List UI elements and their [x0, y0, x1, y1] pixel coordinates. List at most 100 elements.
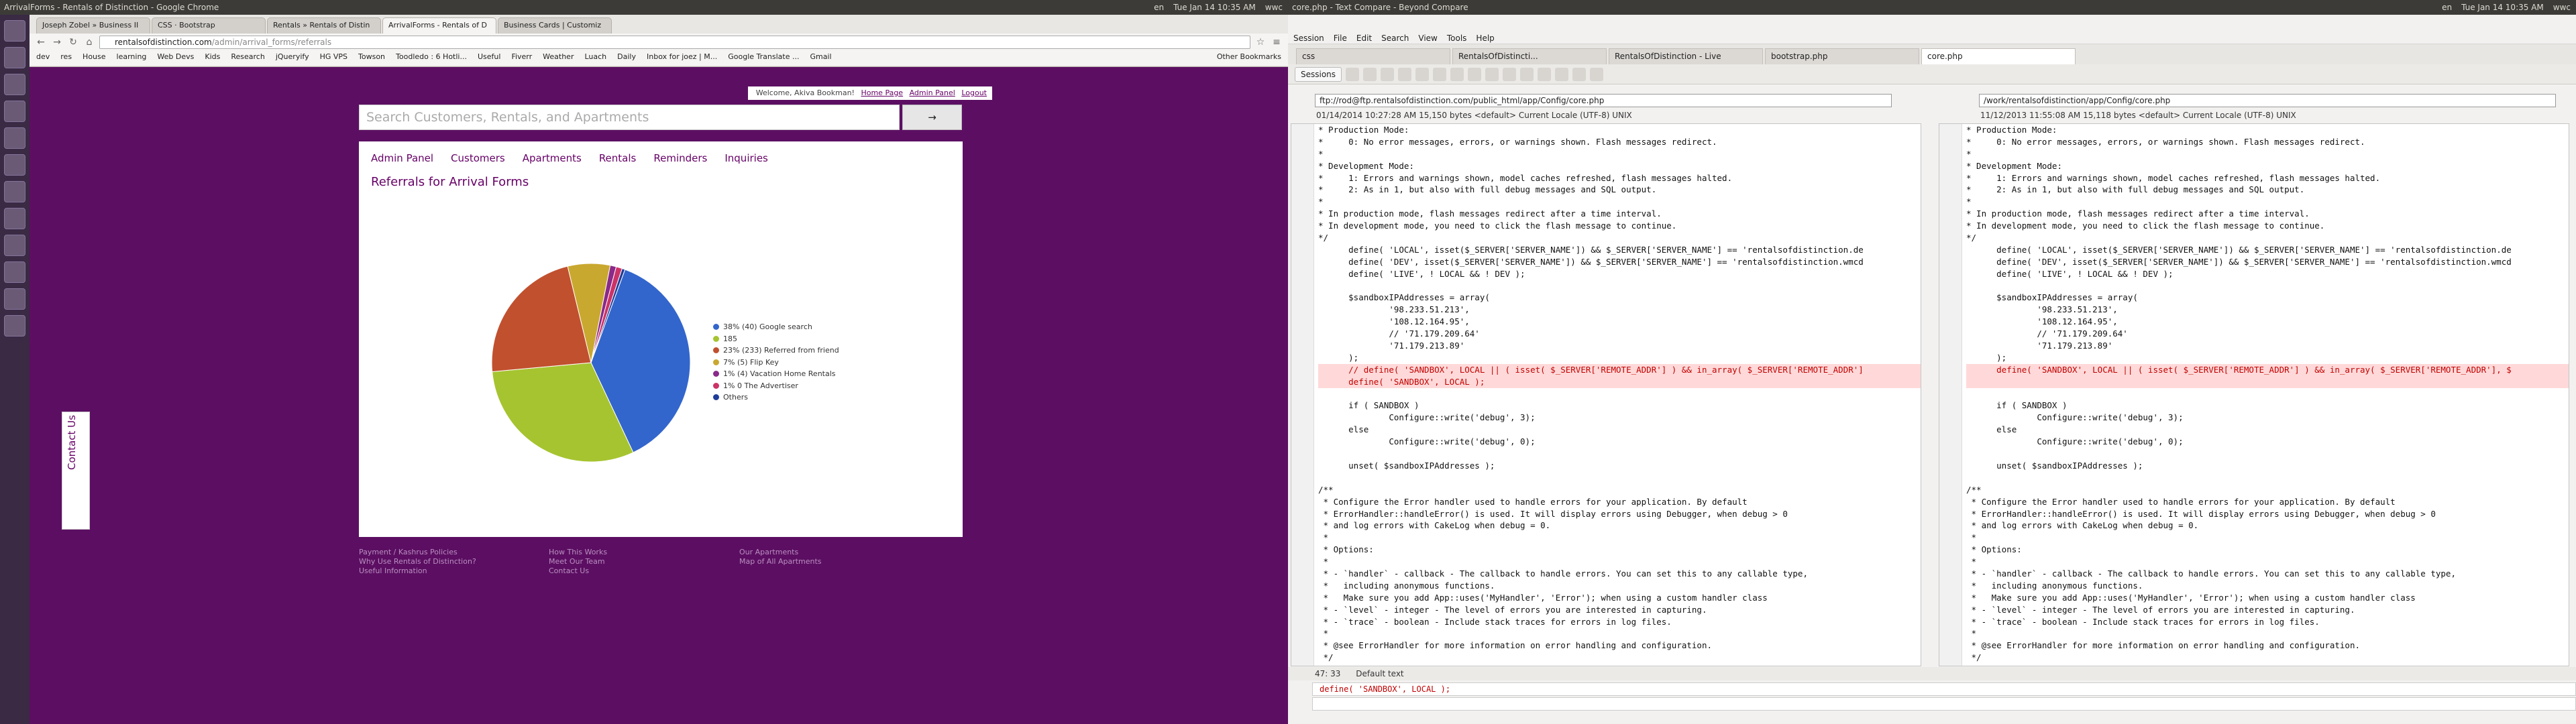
lang-indicator[interactable]: en: [2442, 0, 2452, 15]
code-line[interactable]: );: [1318, 352, 1921, 364]
bookmark[interactable]: Kids: [205, 52, 220, 64]
code-line[interactable]: * - `trace` - boolean - Include stack tr…: [1318, 616, 1921, 628]
footer-link[interactable]: Useful Information: [359, 566, 549, 576]
code-line[interactable]: */: [1966, 652, 2569, 664]
bc-tab[interactable]: css: [1296, 48, 1450, 64]
code-line[interactable]: '98.233.51.213',: [1318, 304, 1921, 316]
search-button[interactable]: →: [902, 105, 962, 130]
code-line[interactable]: define( 'LOCAL', isset($_SERVER['SERVER_…: [1318, 244, 1921, 256]
back-icon[interactable]: ←: [35, 36, 47, 48]
menu-edit[interactable]: Edit: [1356, 32, 1372, 44]
bookmark[interactable]: Useful: [478, 52, 500, 64]
code-line[interactable]: * 0: No error messages, errors, or warni…: [1318, 136, 1921, 148]
launcher-icon[interactable]: [4, 315, 25, 337]
code-line[interactable]: * Make sure you add App::uses('MyHandler…: [1318, 592, 1921, 604]
footer-link[interactable]: Map of All Apartments: [739, 557, 941, 566]
clock[interactable]: Tue Jan 14 10:35 AM: [2461, 0, 2544, 15]
toolbar-icon[interactable]: [1503, 67, 1517, 81]
code-line[interactable]: define( 'DEV', isset($_SERVER['SERVER_NA…: [1966, 256, 2569, 268]
toolbar-icon[interactable]: [1398, 67, 1412, 81]
code-line[interactable]: else: [1318, 424, 1921, 436]
menu-file[interactable]: File: [1334, 32, 1347, 44]
code-line[interactable]: *: [1318, 532, 1921, 544]
launcher-icon[interactable]: [4, 47, 25, 68]
code-line[interactable]: * Production Mode:: [1966, 124, 2569, 136]
code-line[interactable]: /**: [1966, 484, 2569, 496]
reload-icon[interactable]: ↻: [67, 36, 79, 48]
code-line[interactable]: /**: [1318, 484, 1921, 496]
code-line[interactable]: define( 'LIVE', ! LOCAL && ! DEV );: [1966, 268, 2569, 280]
toolbar-icon[interactable]: [1433, 67, 1447, 81]
bookmark[interactable]: HG VPS: [320, 52, 347, 64]
other-bookmarks[interactable]: Other Bookmarks: [1217, 52, 1281, 64]
toolbar-icon[interactable]: [1468, 67, 1482, 81]
code-line[interactable]: '108.12.164.95',: [1318, 316, 1921, 328]
bookmark[interactable]: Toodledo : 6 Hotli...: [396, 52, 467, 64]
menu-help[interactable]: Help: [1476, 32, 1494, 44]
legend-item[interactable]: 1% 0 The Advertiser: [713, 380, 839, 392]
bookmark[interactable]: Research: [231, 52, 264, 64]
code-line[interactable]: [1966, 375, 2569, 388]
home-icon[interactable]: ⌂: [83, 36, 95, 48]
code-line[interactable]: * @see ErrorHandler for more information…: [1966, 640, 2569, 652]
browser-tab[interactable]: Rentals » Rentals of Distin: [267, 17, 381, 34]
code-line[interactable]: * ErrorHandler::handleError() is used. I…: [1966, 508, 2569, 520]
code-line[interactable]: '98.233.51.213',: [1966, 304, 2569, 316]
toolbar-icon[interactable]: [1363, 67, 1377, 81]
menu-search[interactable]: Search: [1381, 32, 1409, 44]
user-menu[interactable]: wwc: [2553, 0, 2571, 15]
legend-item[interactable]: 1% (4) Vacation Home Rentals: [713, 368, 839, 380]
forward-icon[interactable]: →: [51, 36, 63, 48]
code-line[interactable]: * - `level` - integer - The level of err…: [1966, 604, 2569, 616]
code-line[interactable]: if ( SANDBOX ): [1318, 400, 1921, 412]
code-line[interactable]: define( 'SANDBOX', LOCAL );: [1318, 375, 1921, 388]
code-line[interactable]: *: [1966, 196, 2569, 208]
bookmark[interactable]: learning: [117, 52, 147, 64]
code-line[interactable]: * 0: No error messages, errors, or warni…: [1966, 136, 2569, 148]
admin-panel-link[interactable]: Admin Panel: [910, 88, 955, 97]
code-line[interactable]: // '71.179.209.64': [1318, 328, 1921, 340]
code-line[interactable]: // define( 'SANDBOX', LOCAL || ( isset( …: [1318, 363, 1921, 376]
bookmark[interactable]: Web Devs: [157, 52, 194, 64]
code-line[interactable]: * 2: As in 1, but also with full debug m…: [1966, 184, 2569, 196]
lang-indicator[interactable]: en: [1154, 0, 1164, 15]
bookmark[interactable]: House: [83, 52, 105, 64]
code-line[interactable]: *: [1966, 627, 2569, 640]
legend-item[interactable]: 23% (233) Referred from friend: [713, 345, 839, 357]
code-line[interactable]: *: [1966, 148, 2569, 160]
code-line[interactable]: */: [1966, 232, 2569, 244]
menu-admin-panel[interactable]: Admin Panel: [371, 152, 433, 164]
code-line[interactable]: * Development Mode:: [1966, 160, 2569, 172]
menu-icon[interactable]: ≡: [1271, 36, 1283, 48]
code-line[interactable]: * 1: Errors and warnings shown, model ca…: [1318, 172, 1921, 184]
footer-link[interactable]: Why Use Rentals of Distinction?: [359, 557, 549, 566]
legend-item[interactable]: Others: [713, 391, 839, 404]
menu-rentals[interactable]: Rentals: [599, 152, 637, 164]
code-line[interactable]: * Configure the Error handler used to ha…: [1966, 496, 2569, 508]
toolbar-icon[interactable]: [1485, 67, 1499, 81]
launcher-icon[interactable]: [4, 181, 25, 202]
bookmark[interactable]: dev: [36, 52, 50, 64]
browser-tab[interactable]: Business Cards | Customiz: [498, 17, 612, 34]
code-line[interactable]: [1966, 472, 2569, 484]
launcher-icon[interactable]: [4, 261, 25, 283]
bookmark[interactable]: jQueryify: [276, 52, 309, 64]
code-line[interactable]: * including anonymous functions.: [1966, 580, 2569, 592]
code-line[interactable]: *: [1318, 196, 1921, 208]
menu-inquiries[interactable]: Inquiries: [724, 152, 768, 164]
toolbar-icon[interactable]: [1590, 67, 1604, 81]
logout-link[interactable]: Logout: [961, 88, 987, 97]
code-line[interactable]: * and log errors with CakeLog when debug…: [1966, 520, 2569, 532]
address-bar[interactable]: rentalsofdistinction.com/admin/arrival_f…: [99, 36, 1250, 49]
bookmark[interactable]: Towson: [358, 52, 385, 64]
code-line[interactable]: *: [1318, 556, 1921, 568]
legend-item[interactable]: 185: [713, 333, 839, 345]
code-line[interactable]: );: [1966, 352, 2569, 364]
launcher-icon[interactable]: [4, 127, 25, 149]
code-line[interactable]: * Options:: [1318, 544, 1921, 556]
code-line[interactable]: [1318, 388, 1921, 400]
footer-link[interactable]: How This Works: [549, 548, 739, 557]
code-line[interactable]: [1318, 280, 1921, 292]
bookmark[interactable]: res: [60, 52, 72, 64]
footer-link[interactable]: Contact Us: [549, 566, 739, 576]
